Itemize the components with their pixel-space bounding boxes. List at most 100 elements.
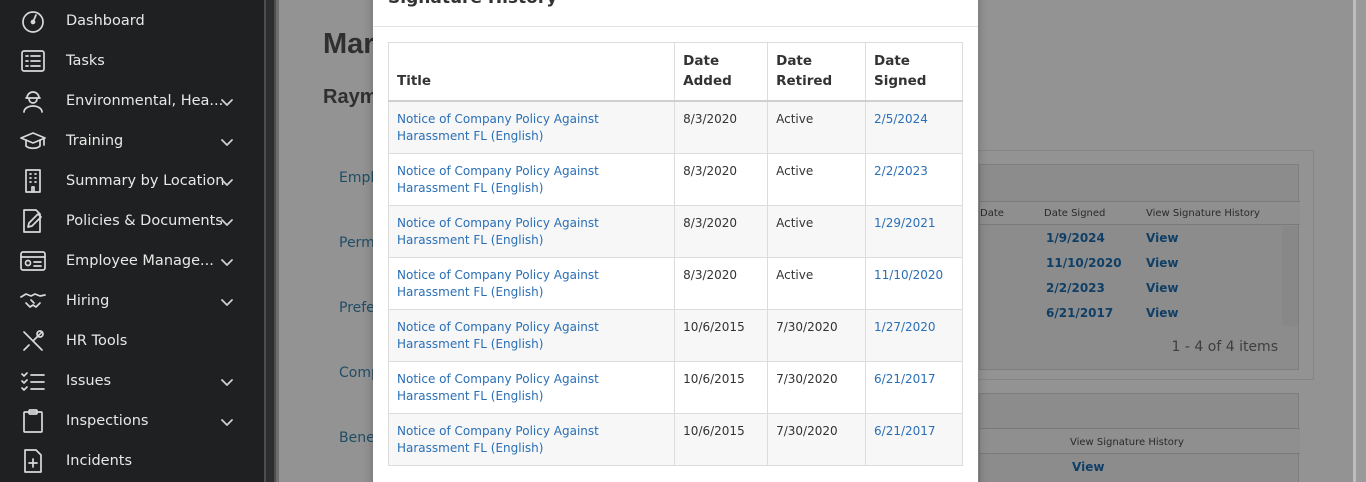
sidebar-item-hr-tools[interactable]: HR Tools [0, 321, 264, 361]
handshake-icon [19, 287, 47, 315]
title-cell: Notice of Company Policy Against Harassm… [387, 257, 676, 310]
date-signed-cell: 6/21/2017 [865, 361, 963, 414]
sidebar-item-summary-by-location[interactable]: Summary by Location [0, 161, 264, 201]
document-title-link[interactable]: Notice of Company Policy Against Harassm… [397, 424, 599, 455]
view-link[interactable]: View [1146, 281, 1178, 295]
title-cell: Notice of Company Policy Against Harassm… [387, 413, 676, 466]
date-retired-cell: 7/30/2020 [767, 361, 867, 414]
window-edge [1353, 0, 1356, 482]
grid-header-cell: Date [980, 208, 1004, 219]
chevron-down-icon [220, 94, 234, 108]
signature-history-table: Title Date Added Date Retired Date Signe… [387, 42, 963, 466]
sidebar-item-label: Hiring [66, 293, 110, 309]
column-header-date-signed[interactable]: Date Signed [865, 42, 963, 102]
title-cell: Notice of Company Policy Against Harassm… [387, 309, 676, 362]
sidebar-scrollbar[interactable] [264, 0, 276, 482]
section-link[interactable]: Empl [339, 170, 374, 186]
date-signed-cell: 2/2/2023 [865, 153, 963, 206]
table-row: Notice of Company Policy Against Harassm… [387, 257, 963, 310]
modal-title: Signature History [388, 0, 557, 8]
grid-header: View Signature History [980, 428, 1300, 454]
title-cell: Notice of Company Policy Against Harassm… [387, 361, 676, 414]
table-header-row: Title Date Added Date Retired Date Signe… [387, 42, 963, 102]
table-row: Notice of Company Policy Against Harassm… [387, 361, 963, 414]
grid-cell: 2/2/2023 [1046, 281, 1105, 295]
document-title-link[interactable]: Notice of Company Policy Against Harassm… [397, 372, 599, 403]
chevron-down-icon [220, 374, 234, 388]
sidebar-item-inspections[interactable]: Inspections [0, 401, 264, 441]
grid-row: 1/9/2024 View [980, 226, 1282, 251]
sidebar-item-issues[interactable]: Issues [0, 361, 264, 401]
section-link[interactable]: Prefe [339, 300, 375, 316]
sidebar-item-incidents[interactable]: Incidents [0, 441, 264, 481]
column-header-date-retired[interactable]: Date Retired [767, 42, 867, 102]
signature-history-modal: Signature History Title Date Added Date … [373, 0, 978, 482]
building-icon [19, 167, 47, 195]
title-cell: Notice of Company Policy Against Harassm… [387, 153, 676, 206]
medical-document-icon [19, 447, 47, 475]
sidebar-item-label: Incidents [66, 453, 133, 469]
grid-header-cell: View Signature History [1070, 437, 1184, 448]
sidebar-item-policies-documents[interactable]: Policies & Documents [0, 201, 264, 241]
date-signed-link[interactable]: 1/29/2021 [874, 216, 936, 230]
date-added-cell: 8/3/2020 [674, 100, 769, 154]
view-link[interactable]: View [1146, 231, 1178, 245]
sidebar-item-label: Environmental, Hea... [66, 93, 224, 109]
grid-pager: 1 - 4 of 4 items [1171, 339, 1278, 355]
view-link[interactable]: View [1072, 460, 1104, 474]
column-header-date-added[interactable]: Date Added [674, 42, 769, 102]
date-added-cell: 10/6/2015 [674, 361, 769, 414]
view-link[interactable]: View [1146, 256, 1178, 270]
grid-row: 6/21/2017 View [980, 301, 1282, 326]
view-link[interactable]: View [1146, 306, 1178, 320]
document-title-link[interactable]: Notice of Company Policy Against Harassm… [397, 164, 599, 195]
grid-row: 2/2/2023 View [980, 276, 1282, 301]
tools-icon [19, 327, 47, 355]
checklist-icon [19, 367, 47, 395]
date-added-cell: 10/6/2015 [674, 413, 769, 466]
chevron-down-icon [220, 174, 234, 188]
table-row: Notice of Company Policy Against Harassm… [387, 413, 963, 466]
sidebar-item-tasks[interactable]: Tasks [0, 41, 264, 81]
document-title-link[interactable]: Notice of Company Policy Against Harassm… [397, 112, 599, 143]
date-signed-cell: 11/10/2020 [865, 257, 963, 310]
document-title-link[interactable]: Notice of Company Policy Against Harassm… [397, 268, 599, 299]
table-row: Notice of Company Policy Against Harassm… [387, 309, 963, 362]
sidebar-scrollbar-thumb[interactable] [266, 0, 274, 482]
grid-scrollbar[interactable] [1282, 226, 1298, 326]
sidebar-item-label: Summary by Location [66, 173, 225, 189]
worker-helmet-icon [19, 87, 47, 115]
document-title-link[interactable]: Notice of Company Policy Against Harassm… [397, 320, 599, 351]
date-signed-link[interactable]: 11/10/2020 [874, 268, 943, 282]
date-retired-cell: Active [767, 100, 867, 154]
grid-header-cell: Date Signed [1044, 208, 1106, 219]
date-signed-cell: 1/29/2021 [865, 205, 963, 258]
date-signed-link[interactable]: 6/21/2017 [874, 424, 936, 438]
sidebar-item-environmental[interactable]: Environmental, Hea... [0, 81, 264, 121]
table-row: Notice of Company Policy Against Harassm… [387, 100, 963, 154]
document-title-link[interactable]: Notice of Company Policy Against Harassm… [397, 216, 599, 247]
sidebar-nav: Dashboard Tasks Environmental, Hea... Tr… [0, 0, 264, 482]
sidebar-item-employee-management[interactable]: Employee Manage... [0, 241, 264, 281]
document-pen-icon [19, 207, 47, 235]
date-signed-cell: 2/5/2024 [865, 100, 963, 154]
sidebar-item-hiring[interactable]: Hiring [0, 281, 264, 321]
chevron-down-icon [220, 414, 234, 428]
dashboard-gauge-icon [19, 7, 47, 35]
sidebar-item-label: Tasks [66, 53, 105, 69]
date-added-cell: 8/3/2020 [674, 153, 769, 206]
title-cell: Notice of Company Policy Against Harassm… [387, 100, 676, 154]
section-link[interactable]: Perm [339, 235, 375, 251]
date-retired-cell: Active [767, 153, 867, 206]
date-signed-link[interactable]: 2/2/2023 [874, 164, 928, 178]
background-grid: Date Date Signed View Signature History … [979, 164, 1300, 370]
column-header-title[interactable]: Title [387, 42, 676, 102]
table-row: Notice of Company Policy Against Harassm… [387, 205, 963, 258]
date-signed-link[interactable]: 1/27/2020 [874, 320, 936, 334]
date-signed-cell: 1/27/2020 [865, 309, 963, 362]
sidebar-item-dashboard[interactable]: Dashboard [0, 1, 264, 41]
grid-header: Date Date Signed View Signature History [980, 201, 1300, 225]
sidebar-item-training[interactable]: Training [0, 121, 264, 161]
date-signed-link[interactable]: 6/21/2017 [874, 372, 936, 386]
date-signed-link[interactable]: 2/5/2024 [874, 112, 928, 126]
